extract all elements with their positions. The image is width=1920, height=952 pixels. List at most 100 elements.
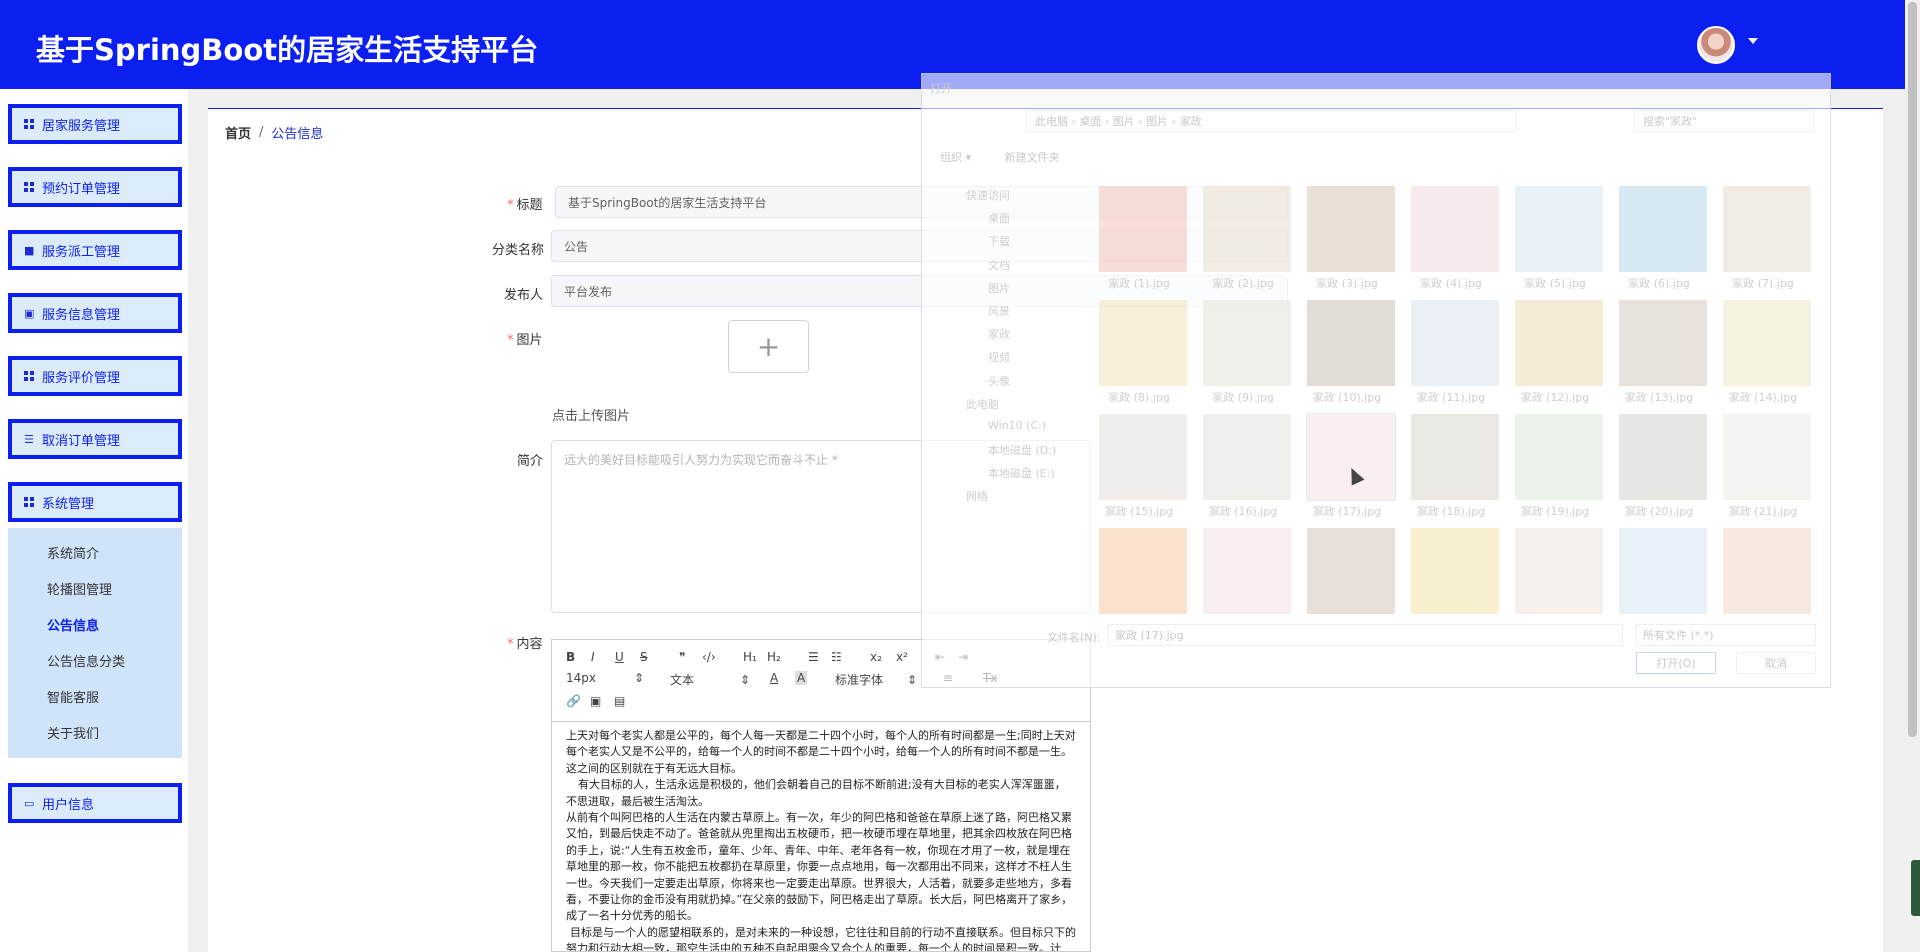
h1-button[interactable]: H₁ — [743, 650, 757, 664]
submenu-item-notice[interactable]: 公告信息 — [47, 615, 99, 634]
dialog-nav-item[interactable]: 图片 — [940, 280, 1090, 303]
h2-button[interactable]: H₂ — [767, 650, 781, 664]
file-thumbnail[interactable]: 家政 (8).jpg — [1089, 296, 1189, 408]
submenu-item-notice-category[interactable]: 公告信息分类 — [47, 651, 125, 670]
breadcrumb-home[interactable]: 首页 — [225, 123, 251, 142]
dialog-nav-item[interactable]: 本地磁盘 (E:) — [940, 465, 1090, 488]
image-icon[interactable]: ▣ — [590, 694, 601, 708]
organize-button[interactable]: 组织 ▾ — [940, 151, 971, 164]
file-thumbnail[interactable]: 家政 (10).jpg — [1297, 296, 1397, 408]
superscript-button[interactable]: x² — [896, 650, 908, 664]
file-thumbnail[interactable]: 家政 (14).jpg — [1713, 296, 1813, 408]
image-label: * 图片 — [507, 333, 543, 348]
filetype-select[interactable]: 所有文件 (*.*) — [1636, 624, 1816, 646]
underline-button[interactable]: U — [615, 650, 624, 664]
chevron-down-icon[interactable] — [1748, 38, 1758, 44]
file-thumbnail[interactable]: 家政 (17).jpg — [1297, 410, 1397, 522]
editor-content[interactable]: 上天对每个老实人都是公平的，每个人每一天都是二十四个小时，每个人的所有时间都是一… — [552, 722, 1090, 951]
sidebar-item-label: 系统管理 — [42, 496, 95, 512]
dialog-nav-item[interactable]: 头像 — [940, 373, 1090, 396]
link-icon[interactable]: 🔗 — [566, 694, 581, 708]
file-thumbnail[interactable] — [1089, 524, 1189, 636]
bold-button[interactable]: B — [566, 650, 575, 664]
user-avatar[interactable] — [1697, 26, 1735, 64]
sidebar-item-dispatch[interactable]: ■ 服务派工管理 — [8, 230, 182, 270]
sidebar-item-reviews[interactable]: 服务评价管理 — [8, 356, 182, 396]
sidebar-item-users[interactable]: ▭ 用户信息 — [8, 783, 182, 823]
dialog-nav-item[interactable]: 本地磁盘 (D:) — [940, 442, 1090, 465]
file-thumbnail[interactable]: 家政 (16).jpg — [1193, 410, 1293, 522]
text-style-select[interactable]: 文本 ⇕ — [670, 671, 750, 688]
address-bar[interactable]: 此电脑 › 桌面 › 图片 › 图片 › 家政 — [1026, 110, 1516, 132]
filename-input[interactable]: 家政 (17).jpg — [1108, 624, 1623, 646]
file-open-dialog[interactable]: 打开 此电脑 › 桌面 › 图片 › 图片 › 家政 搜索"家政" 组织 ▾ 新… — [921, 73, 1831, 688]
dialog-nav-item[interactable]: 风景 — [940, 303, 1090, 326]
file-thumbnail[interactable]: 家政 (18).jpg — [1401, 410, 1501, 522]
file-thumbnail[interactable]: 家政 (3).jpg — [1297, 182, 1397, 294]
strike-button[interactable]: S — [640, 650, 648, 664]
scrollbar-thumb[interactable] — [1908, 2, 1917, 737]
bullet-list-button[interactable]: ☷ — [831, 650, 842, 664]
file-thumbnail[interactable] — [1609, 524, 1709, 636]
open-button[interactable]: 打开(O) — [1636, 652, 1716, 674]
file-thumbnail[interactable]: 家政 (20).jpg — [1609, 410, 1709, 522]
background-color-button[interactable]: A — [795, 671, 808, 685]
file-thumbnail[interactable]: 家政 (6).jpg — [1609, 182, 1709, 294]
code-button[interactable]: ‹/› — [702, 650, 716, 664]
sidebar-item-service-info[interactable]: ▣ 服务信息管理 — [8, 293, 182, 333]
submenu-item-chatbot[interactable]: 智能客服 — [47, 687, 99, 706]
submenu-item-about[interactable]: 关于我们 — [47, 723, 99, 742]
ordered-list-button[interactable]: ☰ — [808, 650, 819, 664]
submenu-item-intro[interactable]: 系统简介 — [47, 543, 99, 562]
file-thumbnail[interactable] — [1505, 524, 1605, 636]
dialog-search-input[interactable]: 搜索"家政" — [1634, 110, 1814, 132]
file-thumbnail[interactable]: 家政 (12).jpg — [1505, 296, 1605, 408]
sidebar-item-label: 服务派工管理 — [42, 244, 121, 260]
font-family-select[interactable]: 标准字体 ⇕ — [835, 671, 917, 688]
file-thumbnail[interactable] — [1297, 524, 1397, 636]
file-thumbnail[interactable]: 家政 (21).jpg — [1713, 410, 1813, 522]
file-name: 家政 (10).jpg — [1312, 391, 1382, 404]
sidebar-item-label: 居家服务管理 — [42, 118, 121, 134]
font-color-button[interactable]: A — [770, 671, 778, 685]
page-scrollbar[interactable] — [1905, 0, 1920, 952]
file-thumbnail[interactable]: 家政 (1).jpg — [1089, 182, 1189, 294]
content-label: * 内容 — [507, 637, 543, 652]
dialog-nav-item[interactable]: 视频 — [940, 349, 1090, 372]
file-thumbnail[interactable] — [1193, 524, 1293, 636]
file-thumbnail[interactable]: 家政 (15).jpg — [1089, 410, 1189, 522]
subscript-button[interactable]: x₂ — [870, 650, 882, 664]
file-thumbnail[interactable]: 家政 (19).jpg — [1505, 410, 1605, 522]
dialog-nav-item[interactable]: 下载 — [940, 233, 1090, 256]
file-thumbnail[interactable]: 家政 (4).jpg — [1401, 182, 1501, 294]
upload-tip[interactable]: 点击上传图片 — [552, 405, 630, 424]
dialog-nav-item[interactable]: 此电脑 — [940, 396, 1090, 419]
submenu-item-carousel[interactable]: 轮播图管理 — [47, 579, 112, 598]
sidebar-item-cancel-orders[interactable]: ☰ 取消订单管理 — [8, 419, 182, 459]
italic-button[interactable]: I — [591, 650, 595, 664]
dialog-nav-item[interactable]: 家政 — [940, 326, 1090, 349]
file-thumbnail[interactable]: 家政 (9).jpg — [1193, 296, 1293, 408]
side-tab[interactable] — [1911, 860, 1920, 916]
dialog-nav-item[interactable]: 文档 — [940, 257, 1090, 280]
sidebar-item-orders[interactable]: 预约订单管理 — [8, 167, 182, 207]
file-thumbnail[interactable]: 家政 (13).jpg — [1609, 296, 1709, 408]
file-thumbnail[interactable]: 家政 (7).jpg — [1713, 182, 1813, 294]
quote-button[interactable]: ❞ — [679, 650, 685, 664]
file-thumbnail[interactable] — [1713, 524, 1813, 636]
dialog-nav-item[interactable]: 网络 — [940, 488, 1090, 511]
file-thumbnail[interactable]: 家政 (11).jpg — [1401, 296, 1501, 408]
sidebar-item-system[interactable]: 系统管理 — [8, 482, 182, 522]
dialog-nav-item[interactable]: Win10 (C:) — [940, 419, 1090, 442]
video-icon[interactable]: ▤ — [614, 694, 625, 708]
file-thumbnail[interactable]: 家政 (2).jpg — [1193, 182, 1293, 294]
dialog-nav-item[interactable]: 快速访问 — [940, 187, 1090, 210]
file-thumbnail[interactable]: 家政 (5).jpg — [1505, 182, 1605, 294]
sidebar-item-home-service[interactable]: 居家服务管理 — [8, 104, 182, 144]
image-upload-button[interactable]: + — [728, 320, 809, 373]
file-thumbnail[interactable] — [1401, 524, 1501, 636]
cancel-button[interactable]: 取消 — [1736, 652, 1816, 674]
new-folder-button[interactable]: 新建文件夹 — [1005, 151, 1060, 164]
font-size-select[interactable]: 14px ⇕ — [566, 671, 644, 685]
dialog-nav-item[interactable]: 桌面 — [940, 210, 1090, 233]
